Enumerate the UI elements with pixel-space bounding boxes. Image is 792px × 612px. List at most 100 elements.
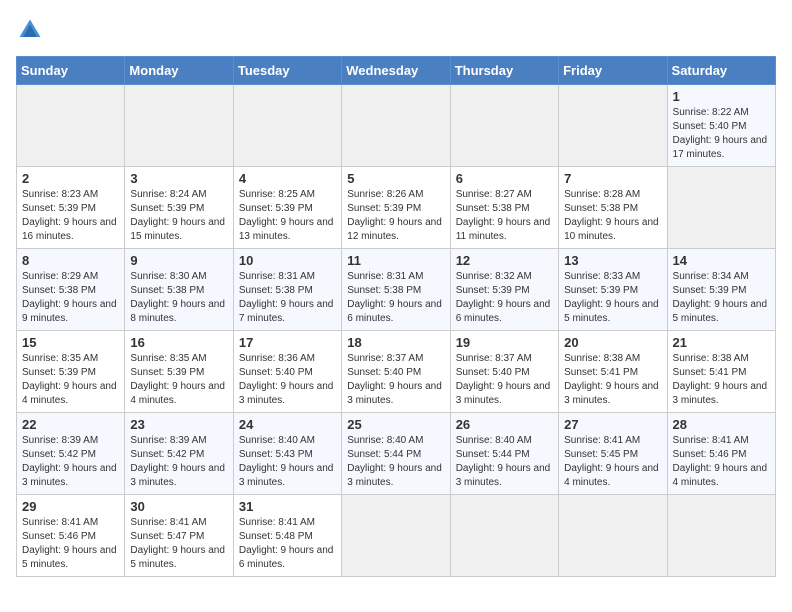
calendar-body: 1 Sunrise: 8:22 AMSunset: 5:40 PMDaylight… bbox=[17, 85, 776, 577]
day-number: 26 bbox=[456, 417, 553, 432]
day-info: Sunrise: 8:25 AMSunset: 5:39 PMDaylight:… bbox=[239, 189, 334, 242]
calendar-cell: 12 Sunrise: 8:32 AMSunset: 5:39 PMDayligh… bbox=[450, 249, 558, 331]
calendar-cell: 2Sunrise: 8:23 AMSunset: 5:39 PMDaylight… bbox=[17, 167, 125, 249]
day-number: 4 bbox=[239, 171, 336, 186]
calendar-cell: 9 Sunrise: 8:30 AMSunset: 5:38 PMDaylight… bbox=[125, 249, 233, 331]
calendar-week: 8 Sunrise: 8:29 AMSunset: 5:38 PMDaylight… bbox=[17, 249, 776, 331]
day-info: Sunrise: 8:39 AMSunset: 5:42 PMDaylight:… bbox=[22, 435, 117, 488]
calendar-cell: 18 Sunrise: 8:37 AMSunset: 5:40 PMDayligh… bbox=[342, 331, 450, 413]
day-number: 24 bbox=[239, 417, 336, 432]
day-number: 6 bbox=[456, 171, 553, 186]
empty-cell bbox=[342, 85, 450, 167]
calendar-cell: 31Sunrise: 8:41 AMSunset: 5:48 PMDayligh… bbox=[233, 495, 341, 577]
calendar-cell: 16Sunrise: 8:35 AMSunset: 5:39 PMDayligh… bbox=[125, 331, 233, 413]
day-number: 5 bbox=[347, 171, 444, 186]
day-info: Sunrise: 8:36 AMSunset: 5:40 PMDaylight:… bbox=[239, 353, 334, 406]
day-number: 3 bbox=[130, 171, 227, 186]
day-number: 29 bbox=[22, 499, 119, 514]
day-info: Sunrise: 8:41 AMSunset: 5:48 PMDaylight:… bbox=[239, 517, 334, 570]
day-number: 27 bbox=[564, 417, 661, 432]
calendar-cell: 1 Sunrise: 8:22 AMSunset: 5:40 PMDaylight… bbox=[667, 85, 775, 167]
header-day-tuesday: Tuesday bbox=[233, 57, 341, 85]
calendar-cell: 14 Sunrise: 8:34 AMSunset: 5:39 PMDayligh… bbox=[667, 249, 775, 331]
calendar-cell: 4 Sunrise: 8:25 AMSunset: 5:39 PMDaylight… bbox=[233, 167, 341, 249]
calendar-cell: 24 Sunrise: 8:40 AMSunset: 5:43 PMDayligh… bbox=[233, 413, 341, 495]
day-info: Sunrise: 8:32 AMSunset: 5:39 PMDaylight:… bbox=[456, 271, 551, 324]
calendar-cell: 19 Sunrise: 8:37 AMSunset: 5:40 PMDayligh… bbox=[450, 331, 558, 413]
day-info: Sunrise: 8:29 AMSunset: 5:38 PMDaylight:… bbox=[22, 271, 117, 324]
day-info: Sunrise: 8:37 AMSunset: 5:40 PMDaylight:… bbox=[347, 353, 442, 406]
empty-cell bbox=[450, 85, 558, 167]
calendar-cell bbox=[559, 495, 667, 577]
day-number: 7 bbox=[564, 171, 661, 186]
day-number: 21 bbox=[673, 335, 770, 350]
calendar-cell: 28 Sunrise: 8:41 AMSunset: 5:46 PMDayligh… bbox=[667, 413, 775, 495]
empty-cell bbox=[125, 85, 233, 167]
day-info: Sunrise: 8:40 AMSunset: 5:43 PMDaylight:… bbox=[239, 435, 334, 488]
day-number: 13 bbox=[564, 253, 661, 268]
day-info: Sunrise: 8:40 AMSunset: 5:44 PMDaylight:… bbox=[456, 435, 551, 488]
day-number: 11 bbox=[347, 253, 444, 268]
day-info: Sunrise: 8:35 AMSunset: 5:39 PMDaylight:… bbox=[22, 353, 117, 406]
logo-icon bbox=[16, 16, 44, 44]
day-info: Sunrise: 8:41 AMSunset: 5:47 PMDaylight:… bbox=[130, 517, 225, 570]
day-info: Sunrise: 8:31 AMSunset: 5:38 PMDaylight:… bbox=[347, 271, 442, 324]
calendar-cell: 22Sunrise: 8:39 AMSunset: 5:42 PMDayligh… bbox=[17, 413, 125, 495]
calendar-cell: 23Sunrise: 8:39 AMSunset: 5:42 PMDayligh… bbox=[125, 413, 233, 495]
calendar-cell: 5Sunrise: 8:26 AMSunset: 5:39 PMDaylight… bbox=[342, 167, 450, 249]
header-day-sunday: Sunday bbox=[17, 57, 125, 85]
calendar-week: 29 Sunrise: 8:41 AMSunset: 5:46 PMDayligh… bbox=[17, 495, 776, 577]
day-info: Sunrise: 8:22 AMSunset: 5:40 PMDaylight:… bbox=[673, 107, 768, 160]
calendar-cell: 13 Sunrise: 8:33 AMSunset: 5:39 PMDayligh… bbox=[559, 249, 667, 331]
day-info: Sunrise: 8:33 AMSunset: 5:39 PMDaylight:… bbox=[564, 271, 659, 324]
header-day-thursday: Thursday bbox=[450, 57, 558, 85]
calendar-cell bbox=[450, 495, 558, 577]
day-info: Sunrise: 8:27 AMSunset: 5:38 PMDaylight:… bbox=[456, 189, 551, 242]
calendar-cell: 25 Sunrise: 8:40 AMSunset: 5:44 PMDayligh… bbox=[342, 413, 450, 495]
calendar-cell: 8 Sunrise: 8:29 AMSunset: 5:38 PMDaylight… bbox=[17, 249, 125, 331]
day-number: 23 bbox=[130, 417, 227, 432]
calendar-header: SundayMondayTuesdayWednesdayThursdayFrid… bbox=[17, 57, 776, 85]
day-number: 17 bbox=[239, 335, 336, 350]
calendar-cell: 17 Sunrise: 8:36 AMSunset: 5:40 PMDayligh… bbox=[233, 331, 341, 413]
day-number: 2 bbox=[22, 171, 119, 186]
day-info: Sunrise: 8:41 AMSunset: 5:46 PMDaylight:… bbox=[22, 517, 117, 570]
day-number: 20 bbox=[564, 335, 661, 350]
day-number: 10 bbox=[239, 253, 336, 268]
calendar-week: 15 Sunrise: 8:35 AMSunset: 5:39 PMDayligh… bbox=[17, 331, 776, 413]
day-info: Sunrise: 8:24 AMSunset: 5:39 PMDaylight:… bbox=[130, 189, 225, 242]
day-info: Sunrise: 8:38 AMSunset: 5:41 PMDaylight:… bbox=[673, 353, 768, 406]
day-number: 1 bbox=[673, 89, 770, 104]
day-info: Sunrise: 8:35 AMSunset: 5:39 PMDaylight:… bbox=[130, 353, 225, 406]
calendar-cell: 7Sunrise: 8:28 AMSunset: 5:38 PMDaylight… bbox=[559, 167, 667, 249]
header-day-saturday: Saturday bbox=[667, 57, 775, 85]
day-number: 25 bbox=[347, 417, 444, 432]
header-day-monday: Monday bbox=[125, 57, 233, 85]
calendar-cell bbox=[667, 495, 775, 577]
day-number: 8 bbox=[22, 253, 119, 268]
calendar-cell: 3 Sunrise: 8:24 AMSunset: 5:39 PMDaylight… bbox=[125, 167, 233, 249]
day-number: 18 bbox=[347, 335, 444, 350]
calendar-week: 22Sunrise: 8:39 AMSunset: 5:42 PMDayligh… bbox=[17, 413, 776, 495]
day-info: Sunrise: 8:37 AMSunset: 5:40 PMDaylight:… bbox=[456, 353, 551, 406]
calendar-cell: 15 Sunrise: 8:35 AMSunset: 5:39 PMDayligh… bbox=[17, 331, 125, 413]
day-info: Sunrise: 8:34 AMSunset: 5:39 PMDaylight:… bbox=[673, 271, 768, 324]
day-info: Sunrise: 8:40 AMSunset: 5:44 PMDaylight:… bbox=[347, 435, 442, 488]
day-number: 14 bbox=[673, 253, 770, 268]
calendar-cell: 6 Sunrise: 8:27 AMSunset: 5:38 PMDaylight… bbox=[450, 167, 558, 249]
calendar-cell bbox=[342, 495, 450, 577]
calendar-cell: 29 Sunrise: 8:41 AMSunset: 5:46 PMDayligh… bbox=[17, 495, 125, 577]
day-info: Sunrise: 8:41 AMSunset: 5:46 PMDaylight:… bbox=[673, 435, 768, 488]
header-day-friday: Friday bbox=[559, 57, 667, 85]
day-number: 15 bbox=[22, 335, 119, 350]
day-number: 19 bbox=[456, 335, 553, 350]
day-info: Sunrise: 8:38 AMSunset: 5:41 PMDaylight:… bbox=[564, 353, 659, 406]
empty-cell bbox=[17, 85, 125, 167]
day-number: 30 bbox=[130, 499, 227, 514]
empty-cell bbox=[559, 85, 667, 167]
day-info: Sunrise: 8:31 AMSunset: 5:38 PMDaylight:… bbox=[239, 271, 334, 324]
day-number: 9 bbox=[130, 253, 227, 268]
day-number: 28 bbox=[673, 417, 770, 432]
day-number: 12 bbox=[456, 253, 553, 268]
day-info: Sunrise: 8:30 AMSunset: 5:38 PMDaylight:… bbox=[130, 271, 225, 324]
